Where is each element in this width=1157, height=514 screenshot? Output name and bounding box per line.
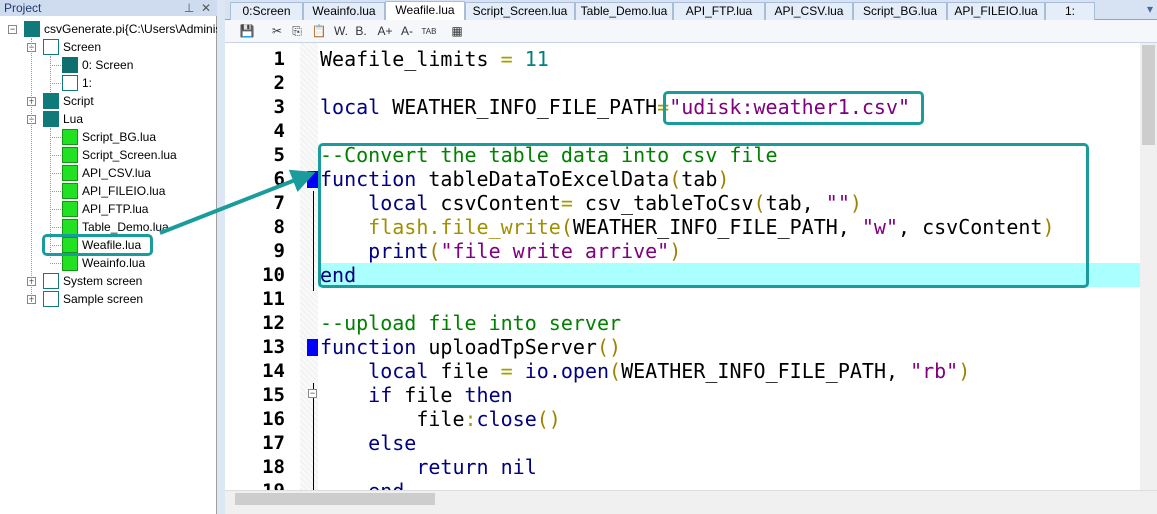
annotation-arrow (159, 169, 316, 235)
